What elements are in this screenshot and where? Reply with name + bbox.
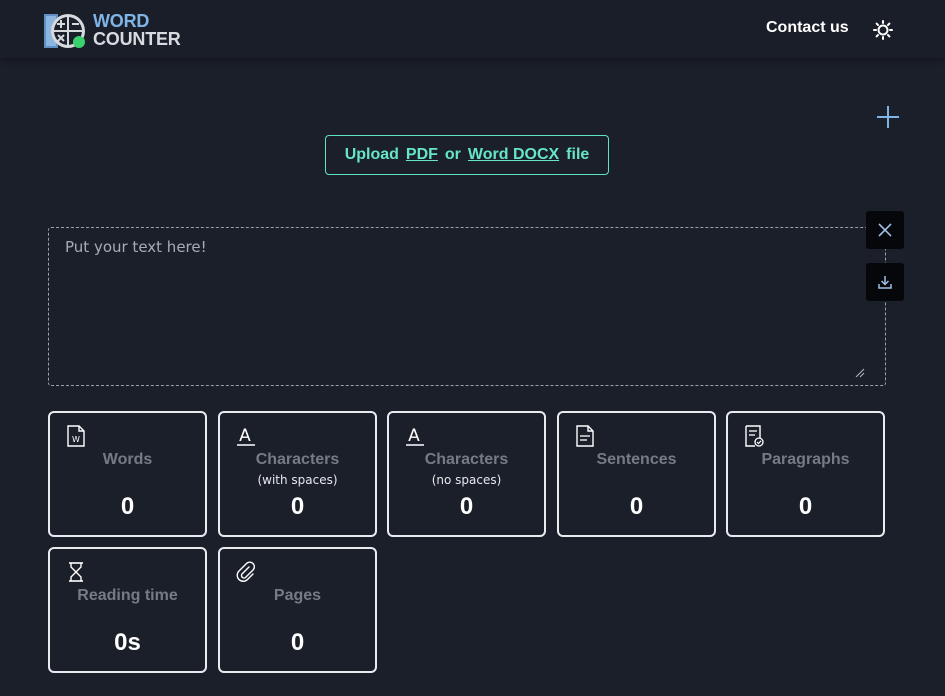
stat-card-reading-time: Reading time 0s (48, 547, 207, 673)
upload-prefix: Upload (344, 146, 399, 163)
download-icon (878, 276, 892, 289)
stat-label: Characters (255, 451, 340, 468)
logo[interactable]: WORD COUNTER (44, 12, 194, 50)
upload-pdf-link[interactable]: PDF (406, 146, 438, 164)
sun-icon[interactable] (873, 20, 893, 40)
stat-value: 0 (120, 493, 135, 520)
stat-label: Pages (273, 587, 322, 604)
stat-label: Words (102, 451, 153, 468)
clear-text-button[interactable] (866, 211, 904, 249)
stat-card-words: W Words 0 (48, 411, 207, 537)
stat-card-paragraphs: Paragraphs 0 (726, 411, 885, 537)
upload-or: or (444, 146, 461, 163)
stat-sublabel: (with spaces) (257, 473, 338, 487)
page: WORD COUNTER Contact us Upload PDF or Wo… (0, 0, 945, 696)
logo-text: WORD COUNTER (93, 12, 181, 48)
resize-handle-icon[interactable] (855, 368, 865, 378)
logo-word: WORD (93, 11, 150, 31)
hourglass-icon (69, 562, 83, 582)
stat-value: 0 (290, 629, 305, 656)
upload-suffix: file (566, 146, 590, 163)
stat-value: 0 (290, 493, 305, 520)
contact-us-link[interactable]: Contact us (766, 19, 849, 37)
stat-label: Paragraphs (761, 451, 850, 468)
upload-docx-link[interactable]: Word DOCX (468, 146, 559, 164)
stat-value: 0 (798, 493, 813, 520)
header: WORD COUNTER Contact us (0, 0, 945, 58)
stat-label: Reading time (77, 587, 178, 604)
svg-text:A: A (239, 426, 251, 446)
stat-value: 0 (459, 493, 474, 520)
logo-counter: COUNTER (93, 29, 181, 49)
upload-file-button[interactable]: Upload PDF or Word DOCX file (325, 135, 609, 175)
document-check-icon (745, 425, 764, 447)
letter-a-icon: A (406, 426, 424, 446)
plus-icon[interactable] (876, 105, 900, 129)
download-button[interactable] (866, 263, 904, 301)
logo-calculator-icon (44, 14, 85, 48)
svg-text:A: A (408, 426, 420, 446)
stat-sublabel: (no spaces) (431, 473, 502, 487)
text-input[interactable] (48, 227, 886, 386)
stat-card-sentences: Sentences 0 (557, 411, 716, 537)
stat-card-pages: Pages 0 (218, 547, 377, 673)
letter-a-icon: A (237, 426, 255, 446)
stat-value: 0 (629, 493, 644, 520)
document-lines-icon (576, 425, 594, 447)
word-document-icon: W (67, 425, 85, 447)
stat-card-characters-with-spaces: A Characters (with spaces) 0 (218, 411, 377, 537)
stat-value: 0s (114, 629, 141, 656)
stat-label: Sentences (596, 451, 677, 468)
svg-text:W: W (72, 435, 80, 444)
close-icon (878, 223, 892, 237)
stat-label: Characters (424, 451, 509, 468)
paperclip-icon (236, 561, 256, 582)
stat-card-characters-no-spaces: A Characters (no spaces) 0 (387, 411, 546, 537)
